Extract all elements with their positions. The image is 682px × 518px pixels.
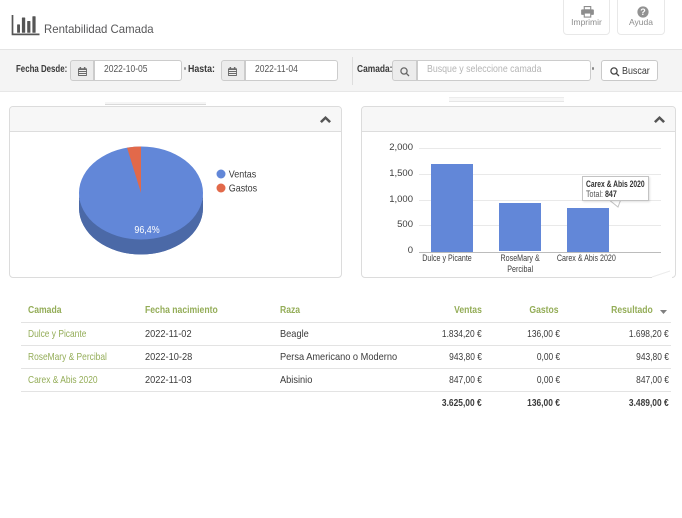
svg-text:Gastos: Gastos (229, 183, 258, 195)
svg-text:?: ? (640, 7, 646, 17)
svg-text:Ventas: Ventas (229, 169, 257, 181)
svg-text:96,4%: 96,4% (134, 224, 160, 236)
